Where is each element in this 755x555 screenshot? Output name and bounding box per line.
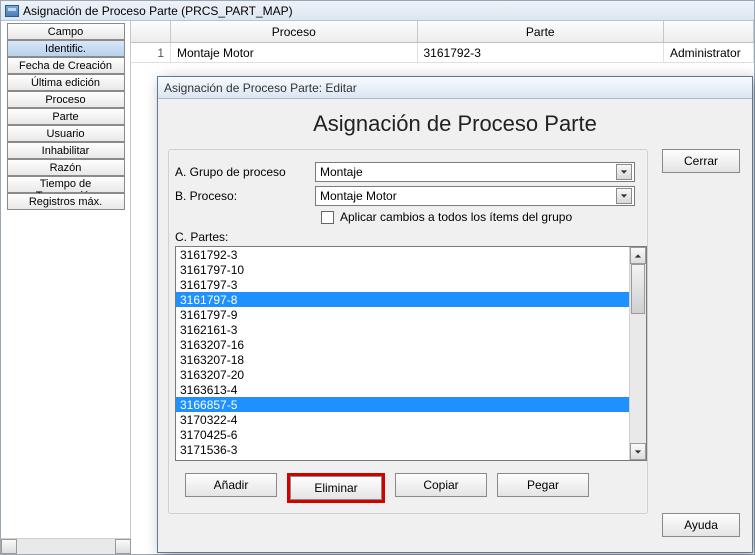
list-item[interactable]: 3163613-4 (176, 382, 629, 397)
sidebar-item-4[interactable]: Proceso (7, 91, 125, 108)
label-process: B. Proceso: (175, 189, 315, 203)
sidebar-hscroll[interactable] (1, 538, 131, 554)
sidebar-item-7[interactable]: Inhabilitar (7, 142, 125, 159)
scroll-right-icon[interactable] (115, 539, 131, 554)
edit-dialog: Asignación de Proceso Parte: Editar Asig… (157, 76, 753, 553)
sidebar-item-10[interactable]: Registros máx. (7, 193, 125, 210)
list-item[interactable]: 3161792-3 (176, 247, 629, 262)
grid-header-last[interactable] (664, 21, 754, 42)
combo-group[interactable]: Montaje (315, 162, 635, 182)
label-parts: C. Partes: (175, 230, 647, 244)
list-item[interactable]: 3163207-18 (176, 352, 629, 367)
dialog-title: Asignación de Proceso Parte: Editar (164, 81, 357, 95)
combo-process[interactable]: Montaje Motor (315, 186, 635, 206)
grid-row[interactable]: 1 Montaje Motor 3161792-3 Administrator (131, 43, 754, 63)
chevron-down-icon[interactable] (616, 188, 632, 204)
add-button[interactable]: Añadir (185, 473, 277, 497)
field-sidebar: CampoIdentific.Fecha de CreaciónÚltima e… (1, 21, 131, 554)
help-button[interactable]: Ayuda (662, 513, 740, 537)
sidebar-item-5[interactable]: Parte (7, 108, 125, 125)
form-group: A. Grupo de proceso Montaje B. Proceso: … (168, 149, 648, 514)
checkbox-label: Aplicar cambios a todos los ítems del gr… (340, 210, 572, 224)
list-item[interactable]: 3162161-3 (176, 322, 629, 337)
sidebar-item-8[interactable]: Razón (7, 159, 125, 176)
checkbox-apply-all[interactable]: Aplicar cambios a todos los ítems del gr… (321, 210, 647, 224)
scroll-thumb[interactable] (631, 264, 645, 314)
copy-button[interactable]: Copiar (395, 473, 487, 497)
list-item[interactable]: 3161797-10 (176, 262, 629, 277)
delete-button[interactable]: Eliminar (290, 476, 382, 500)
grid-cell-parte: 3161792-3 (418, 43, 665, 62)
sidebar-item-9[interactable]: Tiempo de Transacción (7, 176, 125, 193)
label-group: A. Grupo de proceso (175, 165, 315, 179)
table-icon (5, 5, 19, 17)
list-item[interactable]: 3170425-6 (176, 427, 629, 442)
paste-button[interactable]: Pegar (497, 473, 589, 497)
list-item[interactable]: 3171536-3 (176, 442, 629, 457)
list-item[interactable]: 3161797-9 (176, 307, 629, 322)
parts-listbox[interactable]: 3161792-33161797-103161797-33161797-8316… (175, 246, 647, 461)
chevron-down-icon[interactable] (616, 164, 632, 180)
sidebar-item-3[interactable]: Última edición (7, 74, 125, 91)
parent-titlebar: Asignación de Proceso Parte (PRCS_PART_M… (1, 1, 754, 21)
grid-header: Proceso Parte (131, 21, 754, 43)
list-item[interactable]: 3161797-3 (176, 277, 629, 292)
checkbox-icon[interactable] (321, 211, 334, 224)
parent-title: Asignación de Proceso Parte (PRCS_PART_M… (23, 4, 293, 18)
sidebar-item-1[interactable]: Identific. (7, 40, 125, 57)
list-item[interactable]: 3163207-20 (176, 367, 629, 382)
sidebar-item-2[interactable]: Fecha de Creación (7, 57, 125, 74)
scroll-up-icon[interactable] (630, 247, 646, 264)
list-item[interactable]: 3161797-8 (176, 292, 629, 307)
grid-cell-proceso: Montaje Motor (171, 43, 418, 62)
list-item[interactable]: 3163207-16 (176, 337, 629, 352)
sidebar-item-0[interactable]: Campo (7, 23, 125, 40)
grid-header-proceso[interactable]: Proceso (171, 21, 418, 42)
scroll-down-icon[interactable] (630, 443, 646, 460)
scroll-left-icon[interactable] (1, 539, 17, 554)
list-item[interactable]: 3170322-4 (176, 412, 629, 427)
sidebar-item-6[interactable]: Usuario (7, 125, 125, 142)
combo-process-value: Montaje Motor (320, 189, 397, 203)
dialog-titlebar: Asignación de Proceso Parte: Editar (158, 77, 752, 99)
list-item[interactable]: 3172152-2 (176, 457, 629, 460)
parts-scrollbar[interactable] (629, 247, 646, 460)
combo-group-value: Montaje (320, 165, 363, 179)
grid-row-index: 1 (131, 43, 171, 62)
grid-cell-user: Administrator (664, 43, 754, 62)
close-button[interactable]: Cerrar (662, 149, 740, 173)
grid-header-parte[interactable]: Parte (418, 21, 665, 42)
delete-highlight: Eliminar (287, 473, 385, 503)
list-item[interactable]: 3166857-5 (176, 397, 629, 412)
dialog-heading: Asignación de Proceso Parte (168, 111, 742, 137)
